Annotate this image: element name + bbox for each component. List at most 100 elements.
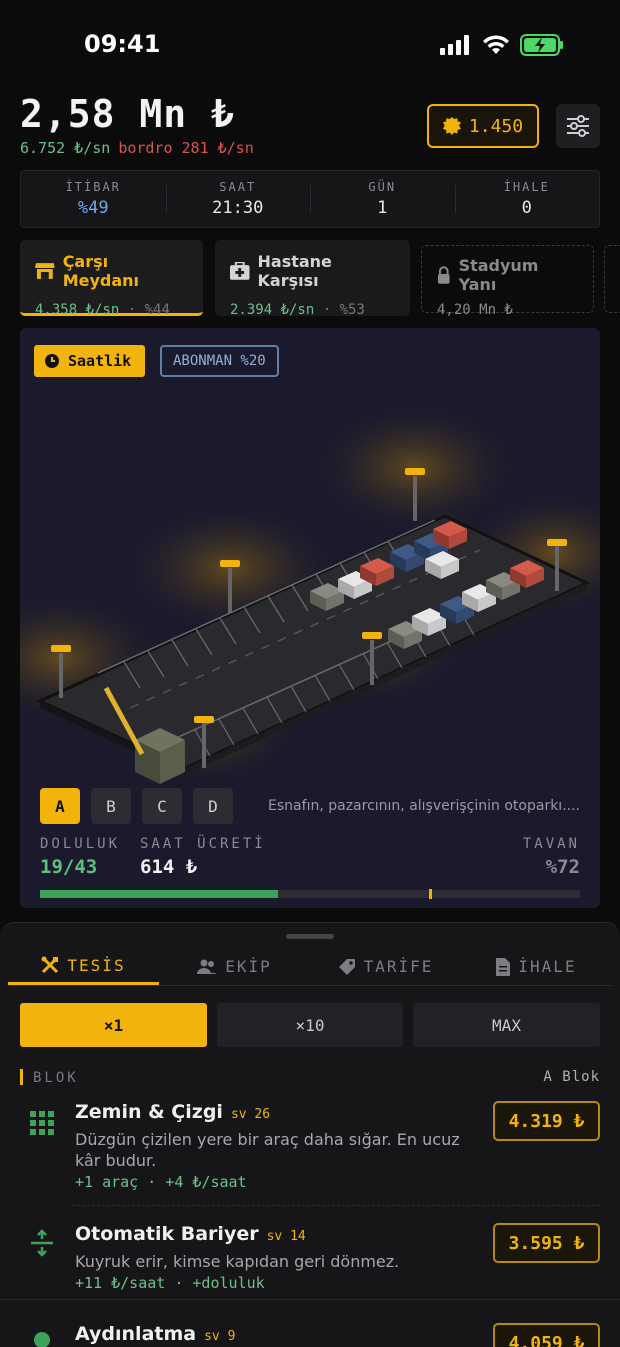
tab-label: TESİS (67, 955, 126, 975)
document-icon (496, 957, 511, 976)
stats-strip: İTİBAR %49 SAAT 21:30 GÜN 1 İHALE 0 (20, 170, 600, 228)
location-name: Stadyum Yanı (458, 256, 539, 294)
cap-label: TAVAN (522, 836, 580, 852)
sliders-icon (567, 115, 589, 137)
location-price: 4,20 Mn ₺ (437, 302, 513, 318)
stat-value: 1 (377, 198, 388, 218)
location-name: Hastane Karşısı (257, 252, 332, 290)
parking-scene: Saatlik ABONMAN %20 A B C D Esnafın, paz… (20, 328, 600, 908)
section-header: BLOK A Blok (20, 1069, 600, 1086)
block-selector: A B C D (40, 788, 233, 824)
block-button-a[interactable]: A (40, 788, 80, 824)
location-tab-next[interactable] (604, 245, 620, 313)
item-title: Zemin & Çizgi sv 26 (75, 1101, 270, 1123)
upgrade-item: Otomatik Bariyer sv 14 Kuyruk erir, kimse… (20, 1219, 600, 1299)
stat-tender: İHALE 0 (454, 171, 600, 227)
stat-day: GÜN 1 (310, 171, 455, 227)
status-time: 09:41 (84, 30, 161, 58)
rate-line: 6.752 ₺/sn bordro 281 ₺/sn (20, 139, 254, 157)
location-description: Esnafın, pazarcının, alışverişçinin otop… (268, 798, 580, 814)
quantity-max-button[interactable]: MAX (413, 1003, 600, 1047)
divider (72, 1205, 600, 1206)
item-title-text: Zemin & Çizgi (75, 1101, 223, 1123)
cap-marker (429, 889, 432, 899)
grid-icon (30, 1111, 54, 1135)
location-tab-hastane[interactable]: Hastane Karşısı 2.394 ₺/sn · %53 (215, 240, 410, 318)
tag-icon (338, 958, 355, 975)
buy-button[interactable]: 4.059 ₺ (493, 1323, 600, 1347)
stat-label: SAAT (219, 180, 257, 194)
location-tab-stadyum[interactable]: Stadyum Yanı 4,20 Mn ₺ (421, 245, 594, 318)
buy-button[interactable]: 3.595 ₺ (493, 1223, 600, 1263)
stat-label: İHALE (503, 180, 550, 194)
store-icon (35, 263, 55, 279)
stat-value: 0 (521, 198, 532, 218)
fee-label: SAAT ÜCRETİ (140, 836, 266, 852)
item-title: Otomatik Bariyer sv 14 (75, 1223, 306, 1245)
coin-count: 1.450 (468, 115, 524, 137)
sheet-tabs: TESİS EKİP TARİFE İHALE (8, 948, 612, 986)
item-title-text: Otomatik Bariyer (75, 1223, 259, 1245)
block-button-d[interactable]: D (193, 788, 233, 824)
settings-button[interactable] (556, 104, 600, 148)
upgrade-item: Zemin & Çizgi sv 26 Düzgün çizilen yere b… (20, 1097, 600, 1197)
tab-ekip[interactable]: EKİP (159, 948, 310, 985)
quantity-x10-button[interactable]: ×10 (217, 1003, 403, 1047)
stat-time: SAAT 21:30 (165, 171, 311, 227)
location-tab-carsi[interactable]: Çarşı Meydanı 4.358 ₺/sn · %44 (20, 240, 203, 318)
occupancy-value: 19/43 (40, 856, 98, 878)
pricing-mode-label: Saatlik (68, 352, 132, 370)
team-icon (197, 959, 218, 974)
section-label: BLOK (33, 1070, 79, 1086)
cap-value: %72 (545, 856, 580, 878)
location-dot: · (322, 302, 332, 318)
location-share: %44 (144, 302, 170, 318)
tab-label: EKİP (225, 957, 272, 976)
item-description: Düzgün çizilen yere bir araç daha sığar.… (75, 1130, 460, 1170)
location-rate: 2.394 ₺/sn (230, 302, 315, 318)
tab-tarife[interactable]: TARİFE (310, 948, 461, 985)
tab-label: İHALE (518, 957, 577, 976)
battery-charging-icon (520, 34, 563, 56)
item-effect: +11 ₺/saat · +doluluk (75, 1274, 265, 1292)
bulb-icon (34, 1332, 50, 1347)
stat-value: %49 (77, 198, 109, 218)
item-level: sv 26 (230, 1107, 271, 1122)
location-rate: 4.358 ₺/sn (35, 302, 120, 318)
coin-balance-button[interactable]: 1.450 (427, 104, 539, 148)
location-share: %53 (339, 302, 365, 318)
block-button-c[interactable]: C (142, 788, 182, 824)
income-rate: 6.752 ₺/sn (20, 139, 111, 157)
occupancy-label: DOLULUK (40, 836, 121, 852)
item-title: Aydınlatma sv 9 (75, 1323, 235, 1345)
tab-label: TARİFE (363, 957, 434, 976)
section-value: A Blok (543, 1069, 600, 1085)
clock-icon (45, 354, 59, 368)
stat-label: İTİBAR (65, 180, 121, 194)
buy-button[interactable]: 4.319 ₺ (493, 1101, 600, 1141)
stat-value: 21:30 (212, 198, 264, 218)
item-description: Kuyruk erir, kimse kapıdan geri dönmez. (75, 1252, 400, 1271)
wifi-icon (483, 35, 509, 54)
signal-icon (440, 35, 469, 55)
quantity-x1-button[interactable]: ×1 (20, 1003, 207, 1047)
payroll-rate: bordro 281 ₺/sn (118, 139, 254, 157)
status-icons (440, 34, 564, 56)
location-name: Çarşı Meydanı (62, 252, 140, 290)
bottom-sheet: TESİS EKİP TARİFE İHALE ×1 ×10 MAX BLOK … (0, 922, 620, 1347)
item-effect: +1 araç · +4 ₺/saat (75, 1173, 247, 1191)
balance: 2,58 Mn ₺ (20, 92, 235, 136)
item-title-text: Aydınlatma (75, 1323, 197, 1345)
stat-label: GÜN (368, 180, 397, 194)
occupancy-bar (40, 889, 580, 899)
subscription-badge[interactable]: ABONMAN %20 (160, 345, 279, 377)
pricing-mode-badge[interactable]: Saatlik (34, 345, 146, 377)
tab-ihale[interactable]: İHALE (461, 948, 612, 985)
coin-icon (442, 117, 461, 135)
location-dot: · (127, 302, 137, 318)
item-level: sv 9 (204, 1329, 236, 1344)
sheet-grabber[interactable] (286, 934, 334, 939)
block-button-b[interactable]: B (91, 788, 131, 824)
tab-tesis[interactable]: TESİS (8, 948, 159, 985)
medkit-icon (230, 262, 250, 280)
